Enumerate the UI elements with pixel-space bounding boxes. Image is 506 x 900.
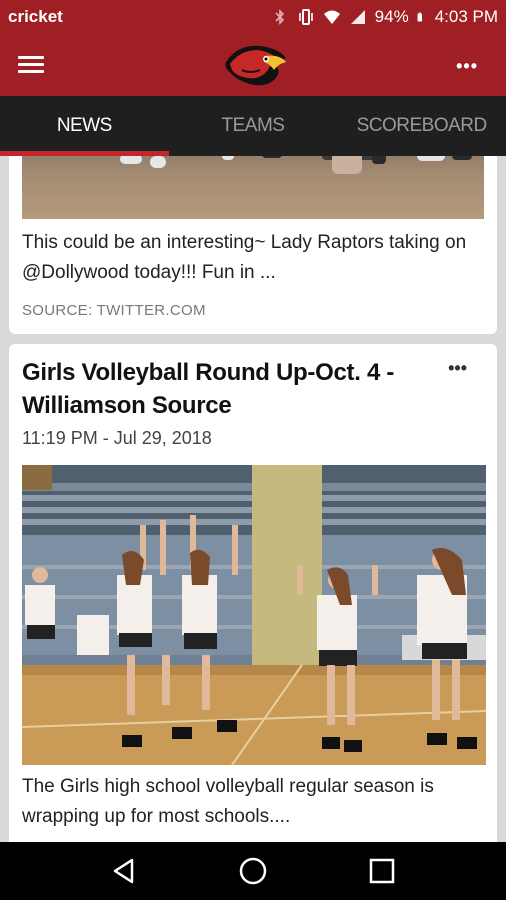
news-card-text: This could be an interesting~ Lady Rapto… bbox=[22, 232, 467, 283]
home-icon[interactable] bbox=[233, 851, 273, 891]
news-card[interactable]: Girls Volleyball Round Up-Oct. 4 - Willi… bbox=[9, 344, 497, 842]
signal-icon bbox=[350, 10, 365, 24]
news-card-image bbox=[22, 156, 484, 219]
app-bar: ••• bbox=[0, 34, 506, 96]
news-card-headline[interactable]: Girls Volleyball Round Up-Oct. 4 - Willi… bbox=[22, 356, 422, 422]
news-card-image bbox=[22, 465, 486, 765]
battery-icon bbox=[417, 12, 422, 22]
news-card-text: The Girls high school volleyball regular… bbox=[22, 776, 434, 827]
card-overflow-icon[interactable]: ••• bbox=[448, 358, 467, 379]
vibrate-icon bbox=[298, 9, 313, 25]
news-feed[interactable]: This could be an interesting~ Lady Rapto… bbox=[0, 156, 506, 842]
recents-icon[interactable] bbox=[362, 851, 402, 891]
tab-news[interactable]: NEWS bbox=[0, 96, 169, 156]
raptor-logo bbox=[225, 45, 286, 86]
system-nav-bar bbox=[0, 842, 506, 900]
back-icon[interactable] bbox=[104, 851, 144, 891]
bluetooth-icon bbox=[275, 9, 284, 25]
news-card-source: SOURCE: TWITTER.COM bbox=[22, 302, 206, 319]
clock: 4:03 PM bbox=[434, 7, 498, 26]
status-icons: 94% 4:03 PM bbox=[271, 7, 498, 27]
tab-bar: NEWS TEAMS SCOREBOARD bbox=[0, 96, 506, 156]
battery-percent: 94% bbox=[374, 7, 409, 26]
wifi-icon bbox=[323, 10, 340, 24]
overflow-menu-icon[interactable]: ••• bbox=[456, 56, 478, 77]
status-bar: cricket 94% 4:03 PM bbox=[0, 0, 506, 34]
tab-teams[interactable]: TEAMS bbox=[169, 96, 338, 156]
carrier-name: cricket bbox=[8, 7, 63, 26]
tab-scoreboard[interactable]: SCOREBOARD bbox=[337, 96, 506, 156]
news-card-date: 11:19 PM - Jul 29, 2018 bbox=[22, 428, 212, 448]
hamburger-icon[interactable] bbox=[18, 56, 44, 74]
news-card[interactable]: This could be an interesting~ Lady Rapto… bbox=[9, 156, 497, 334]
